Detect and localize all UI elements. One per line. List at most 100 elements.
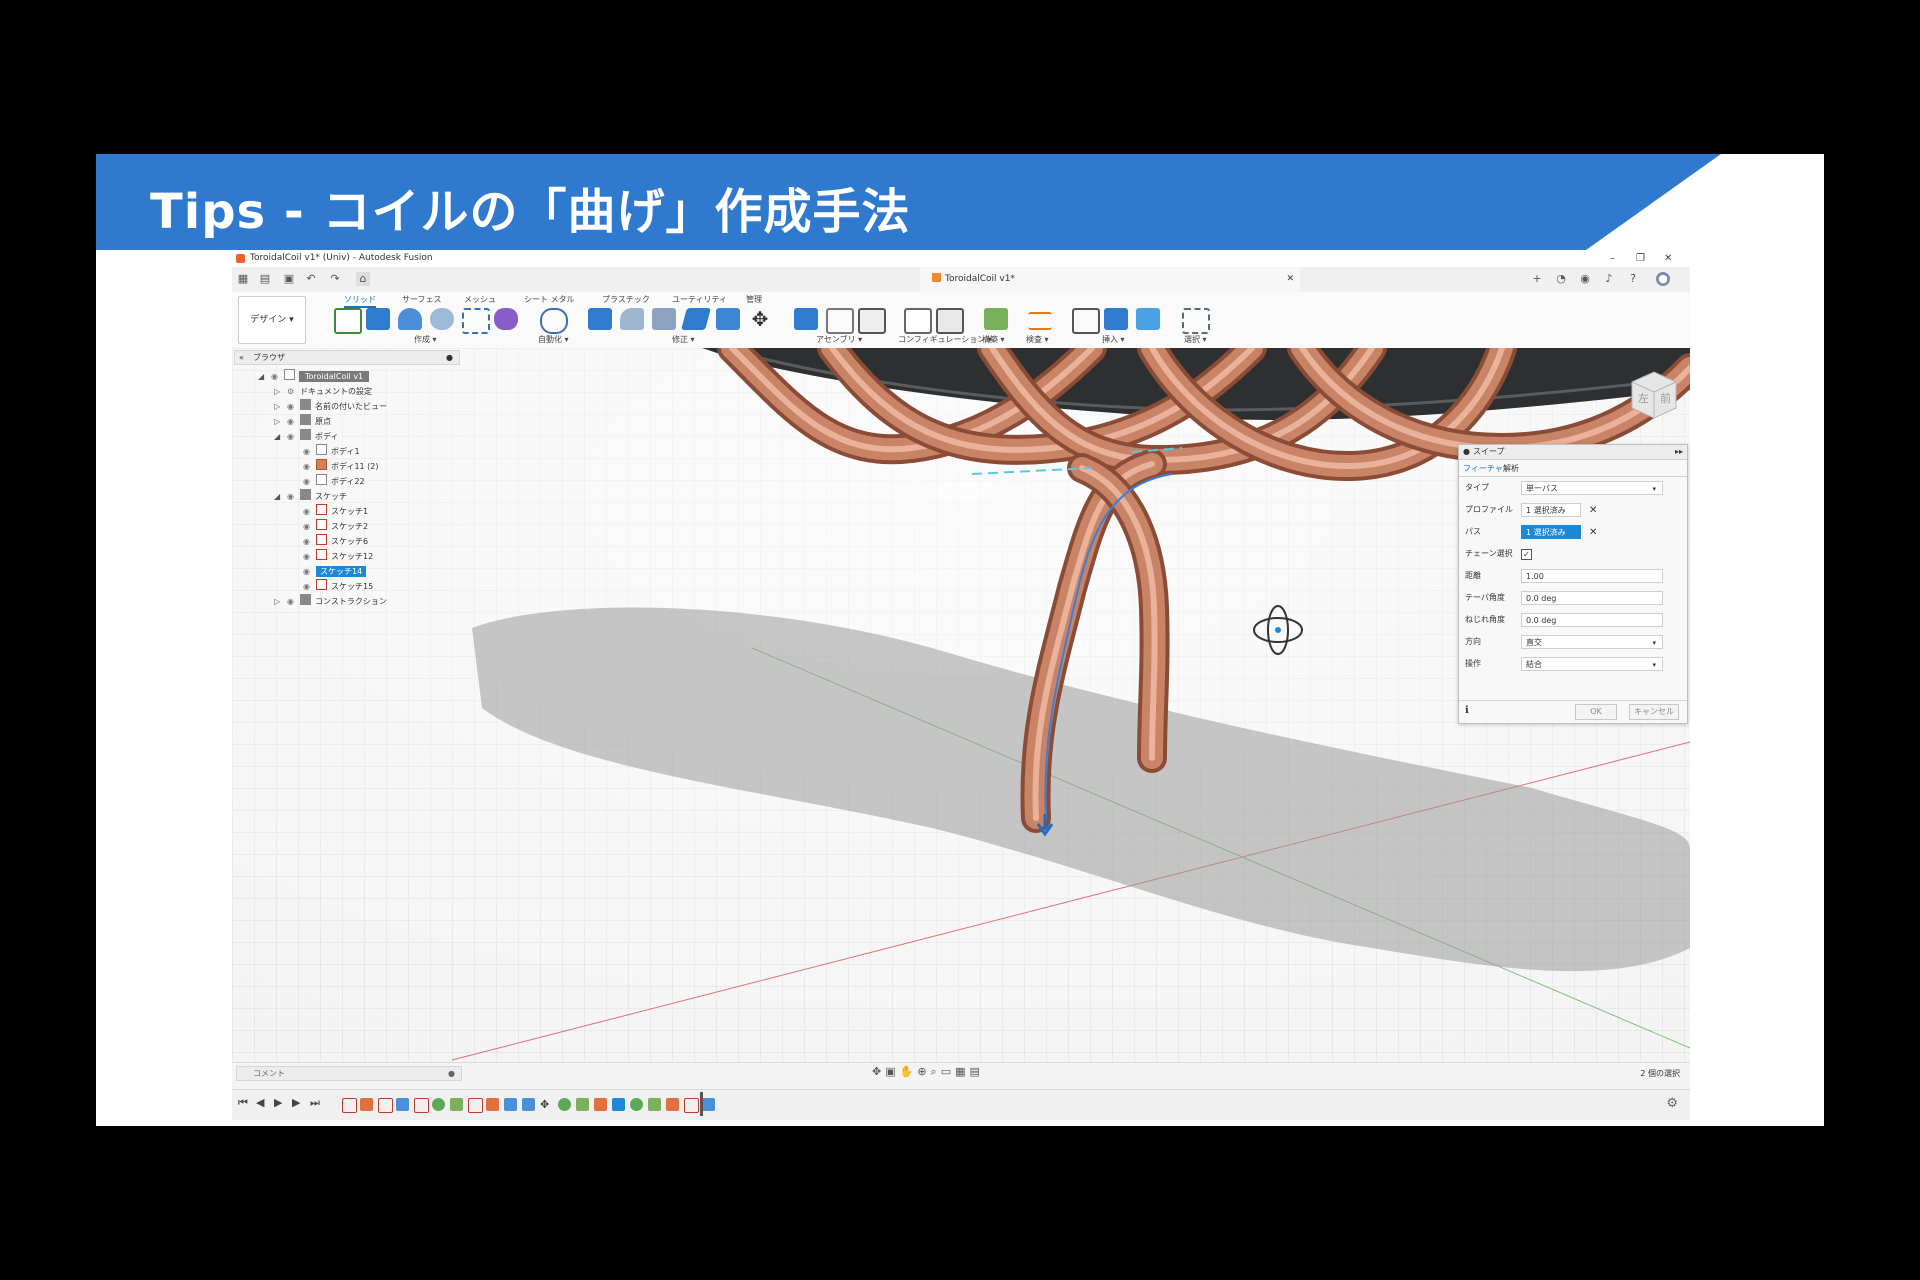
rigid-group-icon[interactable] [858,308,886,334]
visibility-eye-icon[interactable]: ◉ [303,564,310,579]
visibility-eye-icon[interactable]: ◉ [287,399,294,414]
insert-canvas-icon[interactable] [1136,308,1160,330]
expand-icon[interactable]: ▷ [274,384,280,399]
tree-item-body11[interactable]: ◉ ボディ11 (2) [303,459,379,474]
visibility-eye-icon[interactable]: ◉ [271,369,278,384]
new-tab-icon[interactable]: + [1530,272,1544,286]
expand-icon[interactable]: ◢ [274,489,280,504]
tree-item-body1[interactable]: ◉ ボディ1 [303,444,360,459]
visibility-eye-icon[interactable]: ◉ [303,549,310,564]
expand-icon[interactable]: ▷ [274,414,280,429]
view-cube-left-face[interactable]: 左 [1638,390,1649,406]
timeline-revolve-feature[interactable] [396,1098,409,1111]
timeline-sketch-feature[interactable] [378,1098,393,1113]
timeline-start-icon[interactable]: ⏮ [238,1096,248,1110]
move-icon[interactable]: ✥ [748,308,772,330]
tree-root[interactable]: ◢ ◉ ToroidalCoil v1 [258,369,370,384]
chain-checkbox[interactable]: ✓ [1521,549,1532,560]
timeline-sketch-feature[interactable] [342,1098,357,1113]
new-component-icon[interactable] [794,308,818,330]
comments-pin-icon[interactable]: ● [448,1067,455,1080]
path-selection[interactable]: 1 選択済み [1521,525,1581,539]
visibility-eye-icon[interactable]: ◉ [287,594,294,609]
twist-input[interactable]: 0.0 deg [1521,613,1663,627]
undo-icon[interactable]: ↶ [304,272,318,286]
notifications-icon[interactable]: ♪ [1602,272,1616,286]
cancel-button[interactable]: キャンセル [1629,704,1679,720]
timeline-sketch-feature[interactable] [468,1098,483,1113]
timeline-sweep-feature[interactable] [666,1098,679,1111]
chamfer-icon[interactable] [652,308,676,330]
grid-settings-icon[interactable]: ▦ [955,1065,969,1078]
job-status-icon[interactable]: ◉ [1578,272,1592,286]
document-tab[interactable]: ToroidalCoil v1* ✕ [920,267,1300,292]
insert-group-label[interactable]: 挿入 ▾ [1102,334,1125,345]
timeline-selected-sketch[interactable] [612,1098,625,1111]
visibility-eye-icon[interactable]: ◉ [303,459,310,474]
operation-select[interactable]: 結合 ▾ [1521,657,1663,671]
measure-icon[interactable] [1028,312,1052,330]
visibility-eye-icon[interactable]: ◉ [303,504,310,519]
expand-icon[interactable]: ◢ [258,369,264,384]
visibility-eye-icon[interactable]: ◉ [287,429,294,444]
timeline-sweep-feature[interactable] [360,1098,373,1111]
clear-profile-icon[interactable]: ✕ [1589,502,1597,520]
hole-icon[interactable] [430,308,454,330]
browser-pin-icon[interactable]: ● [446,351,453,364]
minimize-button[interactable]: – [1610,250,1615,267]
assemble-group-label[interactable]: アセンブリ ▾ [816,334,862,345]
tree-item-sketch12[interactable]: ◉ スケッチ12 [303,549,373,564]
tree-item-sketch2[interactable]: ◉ スケッチ2 [303,519,368,534]
extrude-icon[interactable] [366,308,390,330]
timeline-plane-feature[interactable] [576,1098,589,1111]
timeline-play-icon[interactable]: ▶ [274,1096,282,1109]
timeline-sweep-feature[interactable] [594,1098,607,1111]
visibility-eye-icon[interactable]: ◉ [303,534,310,549]
visibility-eye-icon[interactable]: ◉ [303,579,310,594]
timeline-sketch-feature[interactable] [414,1098,429,1113]
modify-group-label[interactable]: 修正 ▾ [672,334,695,345]
tree-item-sketch14[interactable]: ◉ スケッチ14 [303,564,367,579]
timeline-forward-icon[interactable]: ▶ [292,1096,300,1109]
distance-input[interactable]: 1.00 [1521,569,1663,583]
orientation-select[interactable]: 直交 ▾ [1521,635,1663,649]
workspace-switcher[interactable]: デザイン ▾ [238,296,306,344]
user-avatar[interactable]: ● [1656,272,1670,286]
collapse-panel-icon[interactable]: « [239,351,244,364]
config-table-icon[interactable] [936,308,964,334]
automate-icon[interactable] [540,308,568,334]
orbit-icon[interactable]: ✥ [872,1065,885,1078]
combine-icon[interactable] [716,308,740,330]
clear-path-icon[interactable]: ✕ [1589,524,1597,542]
timeline-marker[interactable] [700,1092,703,1116]
visibility-eye-icon[interactable]: ◉ [303,444,310,459]
tab-analysis[interactable]: 解析 [1503,463,1519,474]
fillet-icon[interactable] [620,308,644,330]
timeline-plane-feature[interactable] [432,1098,445,1111]
tree-item-sketch6[interactable]: ◉ スケッチ6 [303,534,368,549]
tree-item-sketches[interactable]: ◢ ◉ スケッチ [274,489,347,504]
tab-sheet-metal[interactable]: シート メタル [524,294,575,305]
create-sketch-icon[interactable] [334,308,362,334]
tree-item-construction[interactable]: ▷ ◉ コンストラクション [274,594,387,609]
visibility-eye-icon[interactable]: ◉ [287,489,294,504]
expand-icon[interactable]: ◢ [274,429,280,444]
timeline-sweep-feature[interactable] [486,1098,499,1111]
save-icon[interactable]: ▣ [282,272,296,286]
ok-button[interactable]: OK [1575,704,1617,720]
timeline-settings-gear-icon[interactable]: ⚙ [1666,1096,1678,1111]
insert-mesh-icon[interactable] [1104,308,1128,330]
expand-dialog-icon[interactable]: ▸▸ [1675,445,1683,459]
close-window-button[interactable]: ✕ [1664,250,1672,267]
inspect-group-label[interactable]: 検査 ▾ [1026,334,1049,345]
data-panel-grid-icon[interactable]: ▦ [236,272,250,286]
browser-header[interactable]: « ブラウザ ● [234,350,460,365]
look-at-icon[interactable]: ▣ [885,1065,899,1078]
form-icon[interactable] [494,308,518,330]
tab-feature[interactable]: フィーチャ [1463,463,1503,474]
tab-plastic[interactable]: プラスチック [602,294,650,305]
type-select[interactable]: 単一パス ▾ [1521,481,1663,495]
pan-icon[interactable]: ✋ [900,1065,918,1078]
view-cube[interactable]: 左 前 [1624,364,1684,422]
timeline-revolve-feature[interactable] [702,1098,715,1111]
